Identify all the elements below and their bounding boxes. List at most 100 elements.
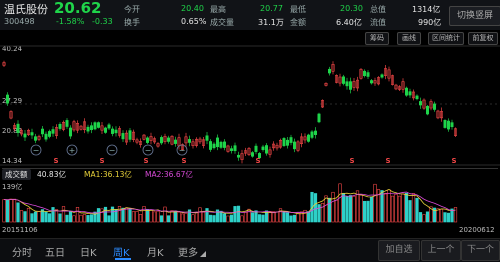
tab-weekly-k[interactable]: 周K [113, 244, 130, 259]
candle-body [44, 133, 48, 140]
volume-bar [33, 211, 38, 223]
volume-bar [355, 190, 360, 223]
candle-body [86, 126, 90, 132]
tab-more[interactable]: 更多 [178, 244, 198, 259]
volume-indicator-value: 40.83亿 [37, 170, 66, 179]
volume-bar [23, 211, 27, 223]
candle-body [107, 124, 111, 129]
candle-body [6, 94, 10, 104]
volume-bar [26, 207, 31, 223]
switch-portrait-button[interactable]: 切换竖屏 [449, 6, 500, 26]
candle-body [121, 133, 125, 140]
candle-body [114, 129, 118, 134]
volume-bar [369, 196, 374, 223]
candle-body [65, 120, 69, 127]
candle-body [264, 145, 268, 154]
candle-body [261, 146, 265, 150]
candle-body [446, 120, 450, 130]
volume-indicator-label[interactable]: 成交额 [2, 169, 31, 180]
volume-bar [128, 209, 132, 223]
high-label: 最高 [210, 5, 226, 14]
tab-daily-k[interactable]: 日K [80, 244, 97, 259]
volume-bar [338, 183, 342, 223]
open-value: 20.40 [181, 4, 204, 13]
volume-bar [383, 192, 388, 223]
volume-bar [271, 211, 276, 223]
volume-bar [282, 211, 286, 223]
sell-marker: S [181, 157, 186, 165]
candle-body [450, 122, 454, 128]
sell-marker: S [385, 157, 390, 165]
signal-symbol: − [109, 146, 116, 155]
volume-bar [47, 213, 52, 223]
low-label: 最低 [290, 5, 306, 14]
high-value: 20.77 [260, 4, 283, 13]
volume-label: 成交量 [210, 18, 234, 27]
volume-bar [135, 211, 139, 223]
tab-five-day[interactable]: 五日 [45, 244, 65, 259]
candle-body [282, 138, 286, 146]
low-value: 20.30 [340, 4, 363, 13]
candle-body [233, 145, 237, 152]
volume-bar [359, 194, 363, 223]
amount-value: 6.40亿 [336, 18, 362, 27]
volume-bar [362, 200, 367, 223]
tab-monthly-k[interactable]: 月K [147, 244, 164, 259]
amount-label: 金额 [290, 18, 306, 27]
volume-bar [306, 211, 311, 223]
end-date: 20200612 [459, 226, 495, 234]
candle-body [212, 143, 216, 149]
volume-bar [352, 195, 356, 223]
volume-bar [411, 193, 416, 223]
volume-bar [373, 183, 377, 223]
volume-value: 31.1万 [258, 18, 284, 27]
volume-bar [415, 197, 419, 223]
sell-marker: S [99, 157, 104, 165]
volume-bar [387, 189, 391, 223]
volume-bar [12, 198, 17, 223]
volume-bar [75, 207, 80, 223]
candlestick-chart[interactable]: − + − − −S S S S S S S S [0, 44, 500, 168]
volume-bar [166, 215, 171, 223]
candle-body [345, 81, 349, 87]
turnover-label: 换手 [124, 18, 140, 27]
candle-body [418, 101, 422, 106]
volume-bar [313, 193, 318, 223]
candle-body [327, 68, 331, 74]
volume-bar [72, 215, 76, 223]
candle-body [341, 76, 345, 84]
volume-bar [408, 200, 412, 223]
next-stock-button[interactable]: 下一个 [461, 240, 500, 261]
float-value: 990亿 [418, 18, 442, 27]
candle-body [362, 70, 366, 77]
volume-bar [222, 213, 227, 223]
candle-body [174, 139, 178, 144]
volume-chart[interactable] [0, 182, 500, 224]
previous-stock-button[interactable]: 上一个 [421, 240, 461, 261]
volume-bar [16, 202, 20, 223]
volume-bar [89, 214, 94, 223]
volume-bar [79, 214, 83, 223]
candle-body [317, 113, 321, 123]
candle-body [425, 105, 429, 115]
volume-bar [233, 206, 237, 223]
candle-body [69, 127, 73, 137]
tab-intraday[interactable]: 分时 [12, 244, 32, 259]
add-watchlist-button[interactable]: 加自选 [378, 240, 420, 261]
volume-ma2: MA2:36.67亿 [145, 170, 193, 179]
candle-body [408, 91, 412, 96]
volume-bar [226, 215, 230, 223]
volume-bar [212, 215, 216, 223]
candle-body [146, 137, 150, 143]
candle-body [348, 81, 352, 90]
volume-bar [331, 191, 335, 223]
volume-bar [156, 210, 160, 223]
volume-bar [324, 195, 328, 223]
sell-marker: S [255, 157, 260, 165]
candle-body [230, 148, 234, 151]
active-tab-indicator [115, 258, 131, 260]
volume-bar [187, 209, 192, 223]
volume-bar [327, 197, 332, 223]
candle-body [415, 95, 419, 100]
volume-bar [163, 206, 167, 223]
